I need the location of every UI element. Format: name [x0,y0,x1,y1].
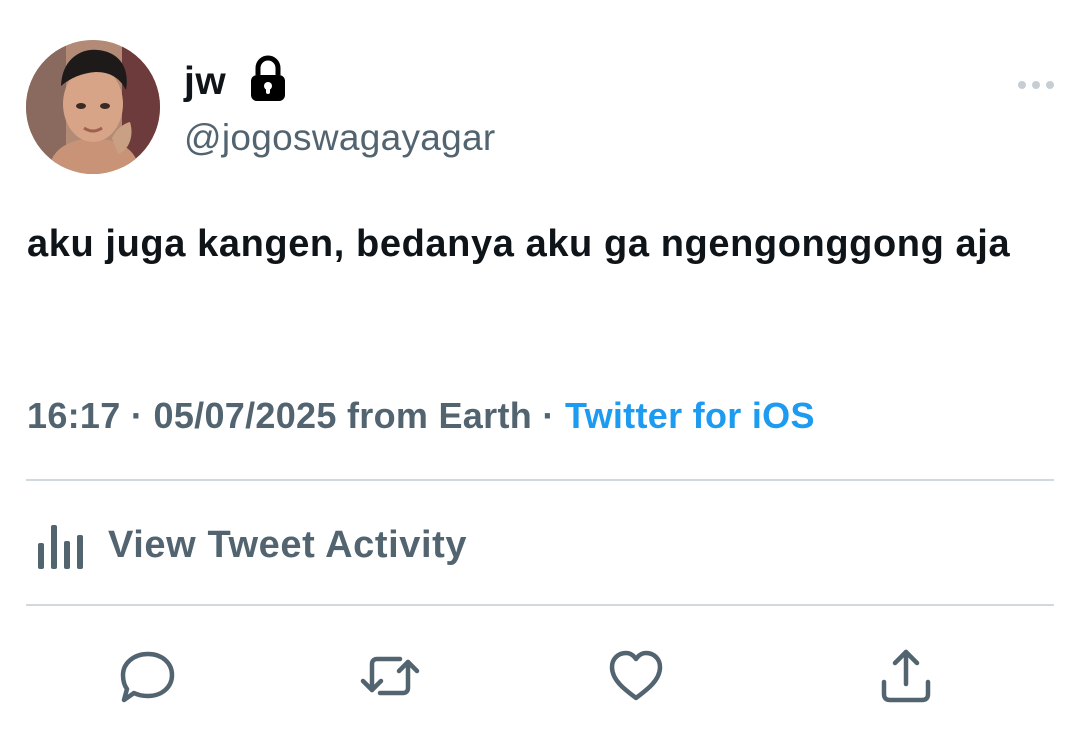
retweet-button[interactable] [360,646,420,706]
bar-chart-icon [36,519,92,571]
avatar[interactable] [26,40,160,174]
lock-icon [248,55,288,103]
tweet-text: aku juga kangen, bedanya aku ga ngengong… [27,223,1011,265]
share-icon [881,649,931,703]
share-button[interactable] [876,646,936,706]
heart-icon [609,650,663,701]
username[interactable]: @jogoswagayagar [184,119,496,156]
reply-button[interactable] [118,646,178,706]
view-tweet-activity-button[interactable]: View Tweet Activity [26,510,726,580]
tweet-location: from Earth [347,395,533,436]
meta-separator-2: · [542,395,555,436]
view-tweet-activity-label: View Tweet Activity [108,523,468,566]
divider [26,604,1054,606]
display-name[interactable]: jw [184,62,226,101]
avatar-photo [26,40,160,174]
divider [26,479,1054,481]
like-button[interactable] [606,646,666,706]
meta-separator: · [130,395,144,436]
tweet-source-link[interactable]: Twitter for iOS [565,395,815,436]
retweet-icon [360,656,420,696]
tweet-time: 16:17 [27,395,121,436]
tweet-meta: 16:17 · 05/07/2025 from Earth · Twitter … [27,398,815,434]
more-options-icon[interactable] [1015,75,1057,95]
reply-icon [120,651,175,703]
tweet-date: 05/07/2025 [153,395,337,436]
